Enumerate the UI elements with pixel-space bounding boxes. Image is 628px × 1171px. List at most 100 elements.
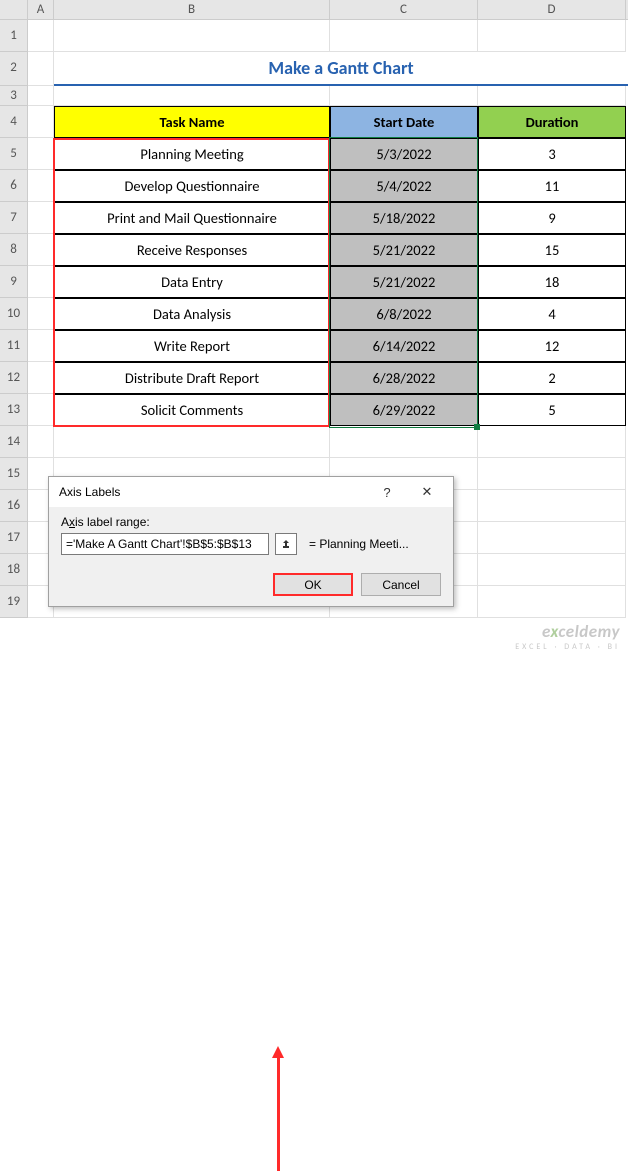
row-header-1[interactable]: 1 <box>0 20 28 52</box>
row-header-19[interactable]: 19 <box>0 586 28 618</box>
cell-a2[interactable] <box>28 52 54 86</box>
cell-d18[interactable] <box>478 554 626 586</box>
row-header-7[interactable]: 7 <box>0 202 28 234</box>
cell-d1[interactable] <box>478 20 626 52</box>
header-start-date[interactable]: Start Date <box>330 106 478 138</box>
cell-d14[interactable] <box>478 426 626 458</box>
date-cell[interactable]: 5/21/2022 <box>330 266 478 298</box>
cell-b1[interactable] <box>54 20 330 52</box>
column-headers: A B C D <box>0 0 628 20</box>
select-all-corner[interactable] <box>0 0 28 19</box>
row-14: 14 <box>0 426 628 458</box>
collapse-dialog-button[interactable] <box>275 533 297 555</box>
row-12: 12 Distribute Draft Report6/28/20222 <box>0 362 628 394</box>
selection-handle[interactable] <box>474 424 480 430</box>
row-header-14[interactable]: 14 <box>0 426 28 458</box>
header-task-name[interactable]: Task Name <box>54 106 330 138</box>
task-cell[interactable]: Planning Meeting <box>54 138 330 170</box>
row-3: 3 <box>0 86 628 106</box>
cell-a13[interactable] <box>28 394 54 426</box>
cell-a9[interactable] <box>28 266 54 298</box>
cell-a1[interactable] <box>28 20 54 52</box>
task-cell[interactable]: Receive Responses <box>54 234 330 266</box>
cell-a4[interactable] <box>28 106 54 138</box>
axis-label-range-input[interactable] <box>61 533 269 555</box>
date-cell[interactable]: 5/4/2022 <box>330 170 478 202</box>
row-header-9[interactable]: 9 <box>0 266 28 298</box>
cancel-button[interactable]: Cancel <box>361 573 441 596</box>
col-header-c[interactable]: C <box>330 0 478 19</box>
ok-button[interactable]: OK <box>273 573 353 596</box>
cell-a14[interactable] <box>28 426 54 458</box>
header-duration[interactable]: Duration <box>478 106 626 138</box>
axis-labels-dialog: Axis Labels ? ✕ Axis label range: = Plan… <box>48 476 454 607</box>
cell-d15[interactable] <box>478 458 626 490</box>
duration-cell[interactable]: 15 <box>478 234 626 266</box>
watermark: exceldemy EXCEL · DATA · BI <box>515 621 620 652</box>
dialog-help-button[interactable]: ? <box>367 485 407 500</box>
cell-a10[interactable] <box>28 298 54 330</box>
cell-c3[interactable] <box>330 86 478 106</box>
date-cell[interactable]: 5/3/2022 <box>330 138 478 170</box>
cell-d16[interactable] <box>478 490 626 522</box>
date-cell[interactable]: 6/8/2022 <box>330 298 478 330</box>
row-header-5[interactable]: 5 <box>0 138 28 170</box>
row-header-3[interactable]: 3 <box>0 86 28 106</box>
duration-cell[interactable]: 18 <box>478 266 626 298</box>
cell-a3[interactable] <box>28 86 54 106</box>
date-cell[interactable]: 6/14/2022 <box>330 330 478 362</box>
cell-b14[interactable] <box>54 426 330 458</box>
watermark-main: exceldemy <box>515 621 620 642</box>
col-header-d[interactable]: D <box>478 0 626 19</box>
row-header-18[interactable]: 18 <box>0 554 28 586</box>
duration-cell[interactable]: 4 <box>478 298 626 330</box>
row-10: 10 Data Analysis6/8/20224 <box>0 298 628 330</box>
row-header-15[interactable]: 15 <box>0 458 28 490</box>
cell-a5[interactable] <box>28 138 54 170</box>
duration-cell[interactable]: 5 <box>478 394 626 426</box>
cell-a11[interactable] <box>28 330 54 362</box>
row-header-12[interactable]: 12 <box>0 362 28 394</box>
task-cell[interactable]: Develop Questionnaire <box>54 170 330 202</box>
date-cell[interactable]: 5/18/2022 <box>330 202 478 234</box>
dialog-titlebar[interactable]: Axis Labels ? ✕ <box>49 477 453 507</box>
cell-d19[interactable] <box>478 586 626 618</box>
col-header-b[interactable]: B <box>54 0 330 19</box>
task-cell[interactable]: Print and Mail Questionnaire <box>54 202 330 234</box>
task-cell[interactable]: Write Report <box>54 330 330 362</box>
col-header-a[interactable]: A <box>28 0 54 19</box>
date-cell[interactable]: 6/29/2022 <box>330 394 478 426</box>
row-header-13[interactable]: 13 <box>0 394 28 426</box>
row-header-4[interactable]: 4 <box>0 106 28 138</box>
row-header-11[interactable]: 11 <box>0 330 28 362</box>
row-header-16[interactable]: 16 <box>0 490 28 522</box>
cell-a12[interactable] <box>28 362 54 394</box>
task-cell[interactable]: Data Entry <box>54 266 330 298</box>
row-header-6[interactable]: 6 <box>0 170 28 202</box>
cell-d17[interactable] <box>478 522 626 554</box>
cell-c14[interactable] <box>330 426 478 458</box>
date-cell[interactable]: 5/21/2022 <box>330 234 478 266</box>
duration-cell[interactable]: 12 <box>478 330 626 362</box>
cell-a6[interactable] <box>28 170 54 202</box>
cell-d3[interactable] <box>478 86 626 106</box>
cell-c1[interactable] <box>330 20 478 52</box>
dialog-close-button[interactable]: ✕ <box>407 484 447 500</box>
cell-a7[interactable] <box>28 202 54 234</box>
row-header-10[interactable]: 10 <box>0 298 28 330</box>
row-header-17[interactable]: 17 <box>0 522 28 554</box>
cell-a8[interactable] <box>28 234 54 266</box>
duration-cell[interactable]: 2 <box>478 362 626 394</box>
page-title[interactable]: Make a Gantt Chart <box>54 52 628 86</box>
row-11: 11 Write Report6/14/202212 <box>0 330 628 362</box>
date-cell[interactable]: 6/28/2022 <box>330 362 478 394</box>
task-cell[interactable]: Data Analysis <box>54 298 330 330</box>
duration-cell[interactable]: 9 <box>478 202 626 234</box>
duration-cell[interactable]: 3 <box>478 138 626 170</box>
task-cell[interactable]: Solicit Comments <box>54 394 330 426</box>
duration-cell[interactable]: 11 <box>478 170 626 202</box>
row-header-2[interactable]: 2 <box>0 52 28 86</box>
cell-b3[interactable] <box>54 86 330 106</box>
task-cell[interactable]: Distribute Draft Report <box>54 362 330 394</box>
row-header-8[interactable]: 8 <box>0 234 28 266</box>
